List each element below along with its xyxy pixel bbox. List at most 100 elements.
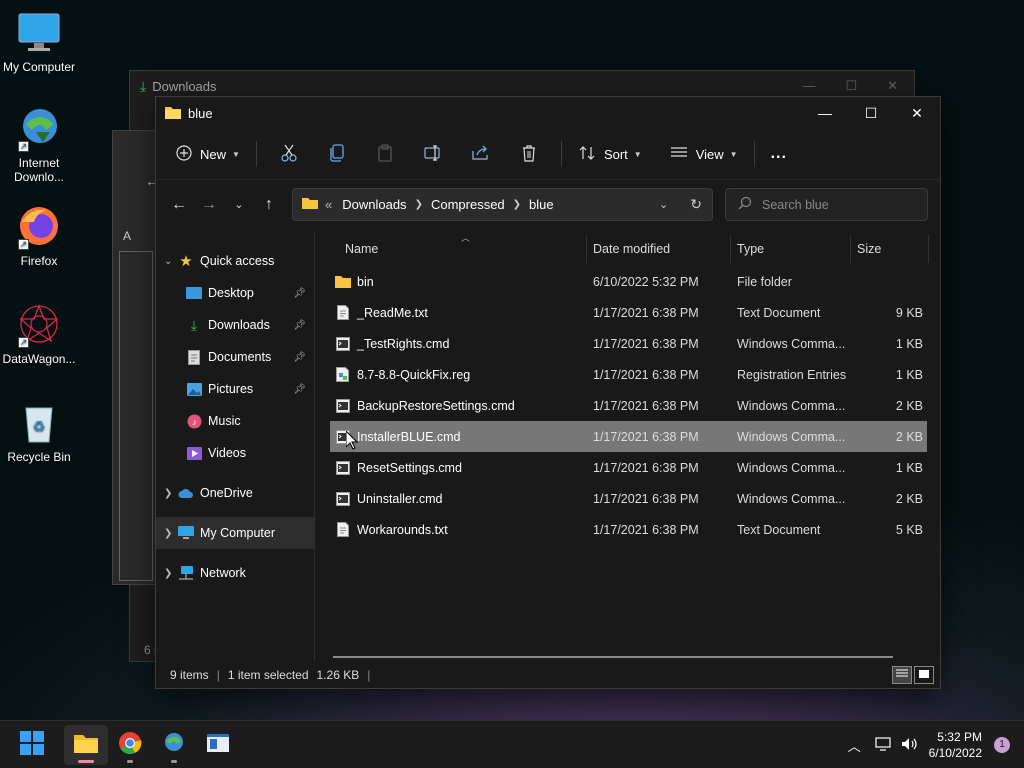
desktop-icon-firefox[interactable]: ↗ Firefox	[0, 204, 78, 268]
view-label: View	[695, 146, 724, 162]
chevron-down-icon[interactable]: ⌄	[164, 256, 178, 267]
address-bar[interactable]: « Downloads ❯ Compressed ❯ blue ⌄ ↻	[292, 188, 713, 221]
taskbar-internet-download-manager[interactable]	[152, 725, 196, 765]
sort-button[interactable]: Sort ▼	[570, 138, 650, 170]
file-row[interactable]: bin 6/10/2022 5:32 PM File folder	[330, 266, 927, 297]
sidebar-item-my-computer[interactable]: ❯ My Computer	[156, 517, 314, 549]
desktop-icon-datawagon[interactable]: ↗ DataWagon...	[0, 302, 78, 366]
file-row[interactable]: Uninstaller.cmd 1/17/2021 6:38 PM Windows …	[330, 483, 927, 514]
column-header-date[interactable]: Date modified	[587, 235, 731, 263]
back-button[interactable]: ←	[164, 190, 194, 220]
file-row[interactable]: ResetSettings.cmd 1/17/2021 6:38 PM Window…	[330, 452, 927, 483]
sidebar-item-desktop[interactable]: Desktop 📌︎	[156, 277, 314, 309]
chevron-right-icon[interactable]: ❯	[164, 528, 178, 539]
copy-button[interactable]	[313, 138, 361, 170]
view-button[interactable]: View ▼	[662, 138, 746, 170]
pin-icon[interactable]: 📌︎	[293, 288, 306, 299]
search-box[interactable]	[725, 188, 928, 221]
clock[interactable]: 5:32 PM 6/10/2022	[929, 729, 982, 761]
horizontal-scrollbar[interactable]	[333, 656, 893, 658]
background-window-2[interactable]: ← A	[112, 130, 159, 585]
file-row[interactable]: InstallerBLUE.cmd 1/17/2021 6:38 PM Window…	[330, 421, 927, 452]
file-date: 1/17/2021 6:38 PM	[593, 460, 699, 475]
chevron-right-icon[interactable]: ❯	[415, 199, 423, 210]
sidebar-item-music[interactable]: ♪ Music	[156, 405, 314, 437]
minimize-icon[interactable]: —	[802, 78, 815, 94]
videos-icon	[186, 445, 202, 461]
column-header-name[interactable]: Name	[315, 235, 587, 263]
breadcrumb-overflow[interactable]: «	[325, 197, 332, 212]
file-size: 1 KB	[895, 336, 923, 351]
firefox-icon: ↗	[16, 204, 62, 250]
taskbar-file-explorer[interactable]	[64, 724, 108, 765]
sidebar-item-quick-access[interactable]: ⌄ ★ Quick access	[156, 245, 314, 277]
forward-button[interactable]: →	[194, 190, 224, 220]
close-icon[interactable]: ✕	[887, 78, 898, 94]
paste-button[interactable]	[361, 138, 409, 170]
desktop-icon-internet-download-manager[interactable]: ↗ Internet Downlo...	[0, 106, 78, 184]
chevron-right-icon[interactable]: ❯	[164, 568, 178, 579]
sidebar-item-documents[interactable]: Documents 📌︎	[156, 341, 314, 373]
volume-icon[interactable]	[901, 737, 919, 754]
more-options-button[interactable]: ...	[763, 138, 795, 170]
file-row[interactable]: _ReadMe.txt 1/17/2021 6:38 PM Text Documen…	[330, 297, 927, 328]
sidebar-item-onedrive[interactable]: ❯ OneDrive	[156, 477, 314, 509]
chevron-right-icon[interactable]: ❯	[513, 199, 521, 210]
desktop-icon-my-computer[interactable]: My Computer	[0, 10, 78, 74]
file-row[interactable]: Workarounds.txt 1/17/2021 6:38 PM Text Doc…	[330, 514, 927, 545]
refresh-button[interactable]: ↻	[690, 196, 702, 213]
recent-locations-button[interactable]: ⌄	[224, 190, 254, 220]
item-count: 9 items	[170, 668, 209, 682]
maximize-button[interactable]: ☐	[848, 97, 894, 129]
breadcrumb-blue[interactable]: blue	[529, 197, 554, 212]
network-status-icon[interactable]	[875, 736, 891, 754]
chevron-right-icon[interactable]: ❯	[164, 488, 178, 499]
sidebar-item-pictures[interactable]: Pictures 📌︎	[156, 373, 314, 405]
download-arrow-icon: ⤓	[140, 77, 147, 94]
address-dropdown-button[interactable]: ⌄	[659, 198, 668, 211]
start-button[interactable]	[10, 725, 54, 765]
share-button[interactable]	[457, 138, 505, 170]
new-button[interactable]: New ▼	[168, 138, 248, 170]
close-button[interactable]: ✕	[894, 97, 940, 129]
show-hidden-icons-button[interactable]: ︿	[848, 736, 861, 755]
details-view-button[interactable]	[892, 666, 912, 684]
maximize-icon[interactable]: ☐	[845, 78, 857, 94]
sidebar-item-downloads[interactable]: ⤓ Downloads 📌︎	[156, 309, 314, 341]
cloud-icon	[178, 485, 194, 501]
delete-button[interactable]	[505, 138, 553, 170]
taskbar-app-window[interactable]	[196, 725, 240, 765]
file-row[interactable]: BackupRestoreSettings.cmd 1/17/2021 6:38 …	[330, 390, 927, 421]
navigation-bar: ← → ⌄ ↑ « Downloads ❯ Compressed ❯ blue …	[156, 179, 940, 229]
taskbar-chrome[interactable]	[108, 725, 152, 765]
navigation-pane[interactable]: ⌄ ★ Quick access Desktop 📌︎ ⤓ Downloads …	[156, 231, 315, 662]
desktop-icon-recycle-bin[interactable]: ♻ Recycle Bin	[0, 400, 78, 464]
pictures-icon	[186, 381, 202, 397]
breadcrumb-compressed[interactable]: Compressed	[431, 197, 505, 212]
breadcrumb-downloads[interactable]: Downloads	[342, 197, 406, 212]
rename-button[interactable]	[409, 138, 457, 170]
pin-icon[interactable]: 📌︎	[293, 320, 306, 331]
sidebar-item-network[interactable]: ❯ Network	[156, 557, 314, 589]
background-window-side-text: A	[123, 229, 132, 243]
minimize-button[interactable]: —	[802, 97, 848, 129]
large-icons-view-button[interactable]	[914, 666, 934, 684]
document-icon	[186, 349, 202, 365]
file-list[interactable]: ︿ Name Date modified Type Size bin 6/10/2…	[315, 231, 940, 662]
pin-icon[interactable]: 📌︎	[293, 352, 306, 363]
title-bar[interactable]: blue — ☐ ✕	[156, 97, 940, 129]
notification-badge[interactable]: 1	[994, 737, 1010, 753]
monitor-icon	[178, 525, 194, 541]
column-header-type[interactable]: Type	[731, 235, 851, 263]
explorer-window[interactable]: blue — ☐ ✕ New ▼ Sort ▼ View ▼ ... ← → ⌄…	[155, 96, 941, 689]
pin-icon[interactable]: 📌︎	[293, 384, 306, 395]
column-header-size[interactable]: Size	[851, 235, 929, 263]
file-row[interactable]: _TestRights.cmd 1/17/2021 6:38 PM Windows …	[330, 328, 927, 359]
network-icon	[178, 565, 194, 581]
large-icons-view-icon	[918, 668, 930, 682]
cut-button[interactable]	[265, 138, 313, 170]
sidebar-item-videos[interactable]: Videos	[156, 437, 314, 469]
up-button[interactable]: ↑	[254, 190, 284, 220]
file-row[interactable]: 8.7-8.8-QuickFix.reg 1/17/2021 6:38 PM Reg…	[330, 359, 927, 390]
search-input[interactable]	[762, 197, 912, 212]
